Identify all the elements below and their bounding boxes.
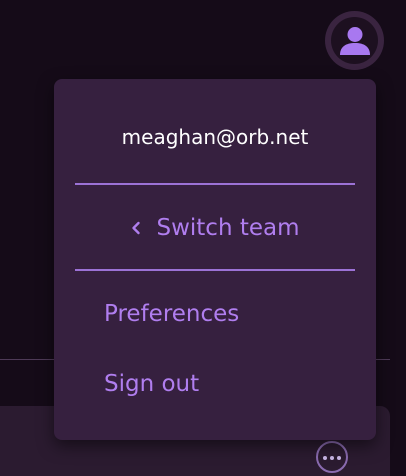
chevron-left-icon	[130, 220, 142, 236]
avatar	[331, 17, 378, 64]
menu-item-sign-out[interactable]: Sign out	[104, 368, 199, 400]
user-icon	[339, 26, 370, 55]
avatar-button[interactable]	[325, 11, 384, 70]
account-menu: meaghan@orb.net Switch team Preferences …	[54, 79, 376, 440]
switch-team-button[interactable]: Switch team	[54, 210, 376, 246]
more-horizontal-icon	[323, 456, 327, 460]
more-dot	[337, 456, 341, 460]
menu-divider	[75, 183, 355, 185]
switch-team-label: Switch team	[156, 215, 300, 241]
account-email: meaghan@orb.net	[121, 125, 309, 149]
menu-item-preferences[interactable]: Preferences	[104, 298, 239, 330]
more-dot	[330, 456, 334, 460]
more-options-button[interactable]	[316, 441, 348, 473]
menu-divider	[75, 269, 355, 271]
